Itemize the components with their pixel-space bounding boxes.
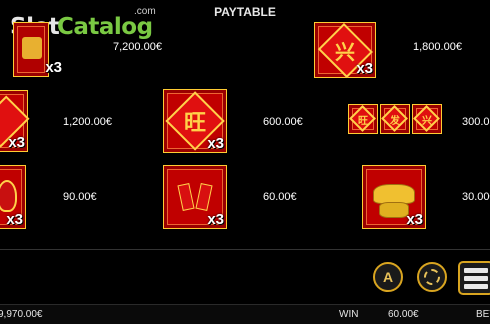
left-tile-symbol-icon: x3 — [0, 90, 29, 152]
red-envelope-symbol-icon: x3 — [13, 22, 62, 77]
payout-combo-tiles: 300.0 — [462, 116, 490, 128]
wang-tile-symbol-icon: 旺 x3 — [163, 89, 227, 153]
menu-bar-icon — [464, 276, 488, 281]
payout-money-bag: 90.00€ — [63, 191, 97, 203]
chip-icon — [424, 269, 440, 285]
multiplier-label: x3 — [207, 135, 224, 152]
firecrackers-symbol-icon: x3 — [163, 165, 227, 229]
multiplier-label: x3 — [8, 134, 25, 151]
autoplay-icon: A — [382, 269, 394, 285]
gold-ingots-symbol-icon: x3 — [362, 165, 426, 229]
multiplier-label: x3 — [6, 211, 23, 228]
payout-xing-tile: 1,800.00€ — [413, 41, 462, 53]
multiplier-label: x3 — [356, 60, 373, 77]
multiplier-label: x3 — [207, 211, 224, 228]
win-label: WIN — [339, 309, 359, 320]
multiplier-label: x3 — [45, 59, 62, 76]
menu-button[interactable] — [458, 261, 490, 295]
combo-tile-wang-icon: 旺 — [348, 104, 378, 134]
bet-label: BET — [476, 309, 490, 320]
payout-red-envelope: 7,200.00€ — [113, 41, 162, 53]
money-bag-symbol-icon: x3 — [0, 165, 26, 229]
menu-bar-icon — [464, 268, 488, 273]
menu-bar-icon — [464, 284, 488, 289]
payout-gold-ingots: 30.00€ — [462, 191, 490, 203]
win-value: 60.00€ — [388, 309, 419, 320]
multiplier-label: x3 — [406, 211, 423, 228]
status-bar: 9,970.00€ WIN 60.00€ BET — [0, 304, 490, 324]
page-title: PAYTABLE — [214, 5, 276, 19]
balance-value: 9,970.00€ — [0, 309, 43, 320]
combo-tile-fa-icon: 发 — [380, 104, 410, 134]
xing-tile-symbol-icon: 兴 x3 — [314, 22, 376, 78]
combo-tile-xing-icon: 兴 — [412, 104, 442, 134]
payout-firecrackers: 60.00€ — [263, 191, 297, 203]
autoplay-button[interactable]: A — [373, 262, 403, 292]
payout-left-tile: 1,200.00€ — [63, 116, 112, 128]
payout-wang-tile: 600.00€ — [263, 116, 303, 128]
bet-chip-button[interactable] — [417, 262, 447, 292]
